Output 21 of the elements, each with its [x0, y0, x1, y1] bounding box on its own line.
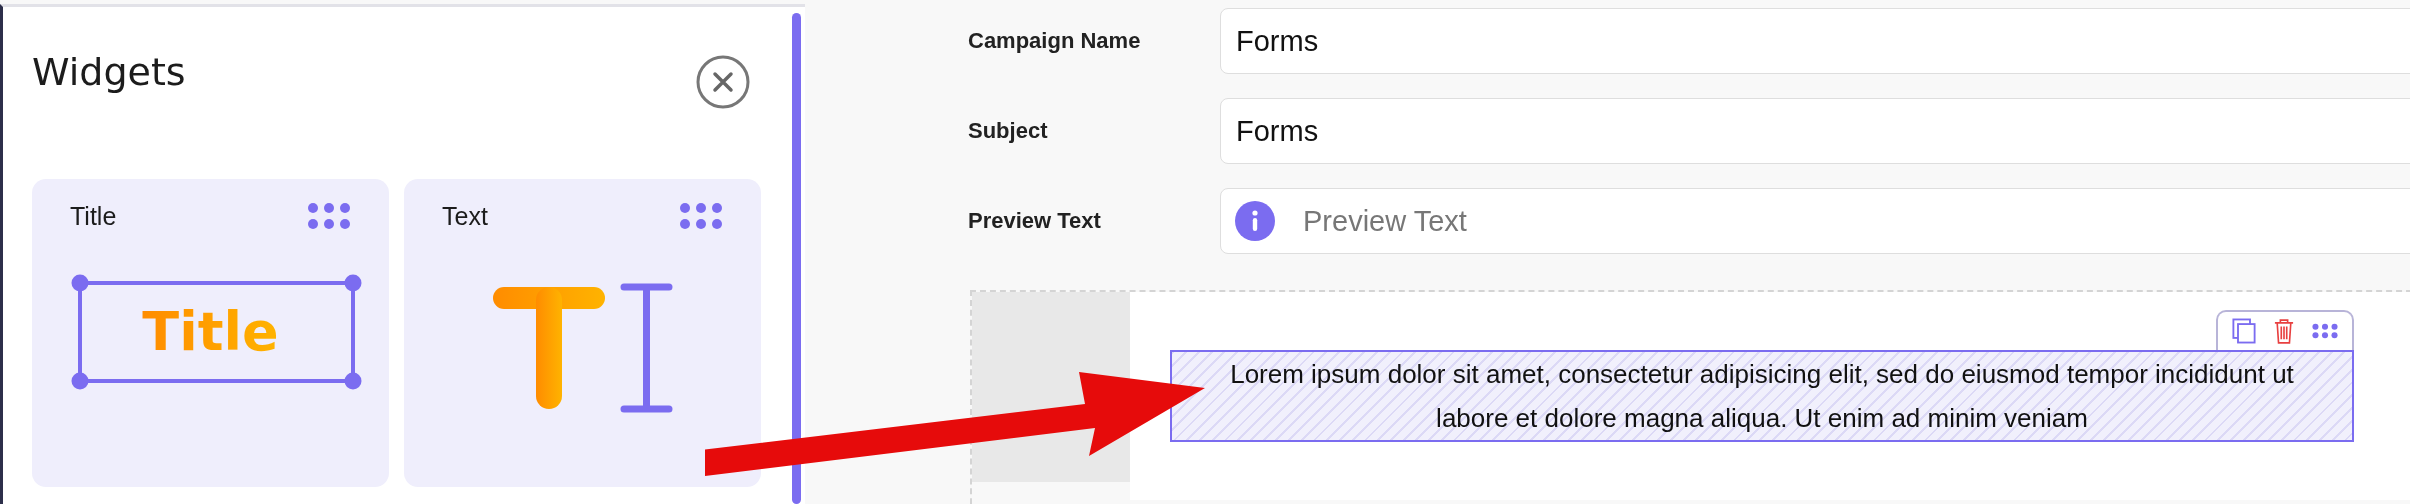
drag-handle-icon[interactable]: [2312, 322, 2338, 340]
scrollbar[interactable]: [792, 13, 801, 504]
widget-card[interactable]: Title Title: [32, 179, 389, 487]
field-label: Campaign Name: [968, 28, 1142, 54]
drag-handle-icon[interactable]: [307, 201, 351, 231]
close-icon[interactable]: [696, 55, 750, 109]
widget-card[interactable]: Text: [404, 179, 761, 487]
input-field[interactable]: Forms: [1220, 98, 2410, 164]
drag-handle-icon[interactable]: [679, 201, 723, 231]
widget-label: Text: [442, 201, 488, 231]
text-type-icon: [492, 283, 673, 413]
field-label: Subject: [968, 118, 1049, 144]
text-block[interactable]: Lorem ipsum dolor sit amet, consectetur adipisicing elit, sed do eiusmod tempor incididunt ut labore et dolore magna aliqua. Ut enim ad minim veniam: [1170, 350, 2354, 442]
copy-icon[interactable]: [2232, 318, 2256, 344]
field-label: Preview Text: [968, 208, 1102, 234]
widget-label: Title: [70, 201, 117, 231]
info-icon: [1235, 201, 1275, 241]
input-field[interactable]: Preview Text: [1220, 188, 2410, 254]
input-field[interactable]: Forms: [1220, 8, 2410, 74]
trash-icon[interactable]: [2274, 318, 2294, 344]
panel-title: Widgets: [32, 50, 186, 94]
